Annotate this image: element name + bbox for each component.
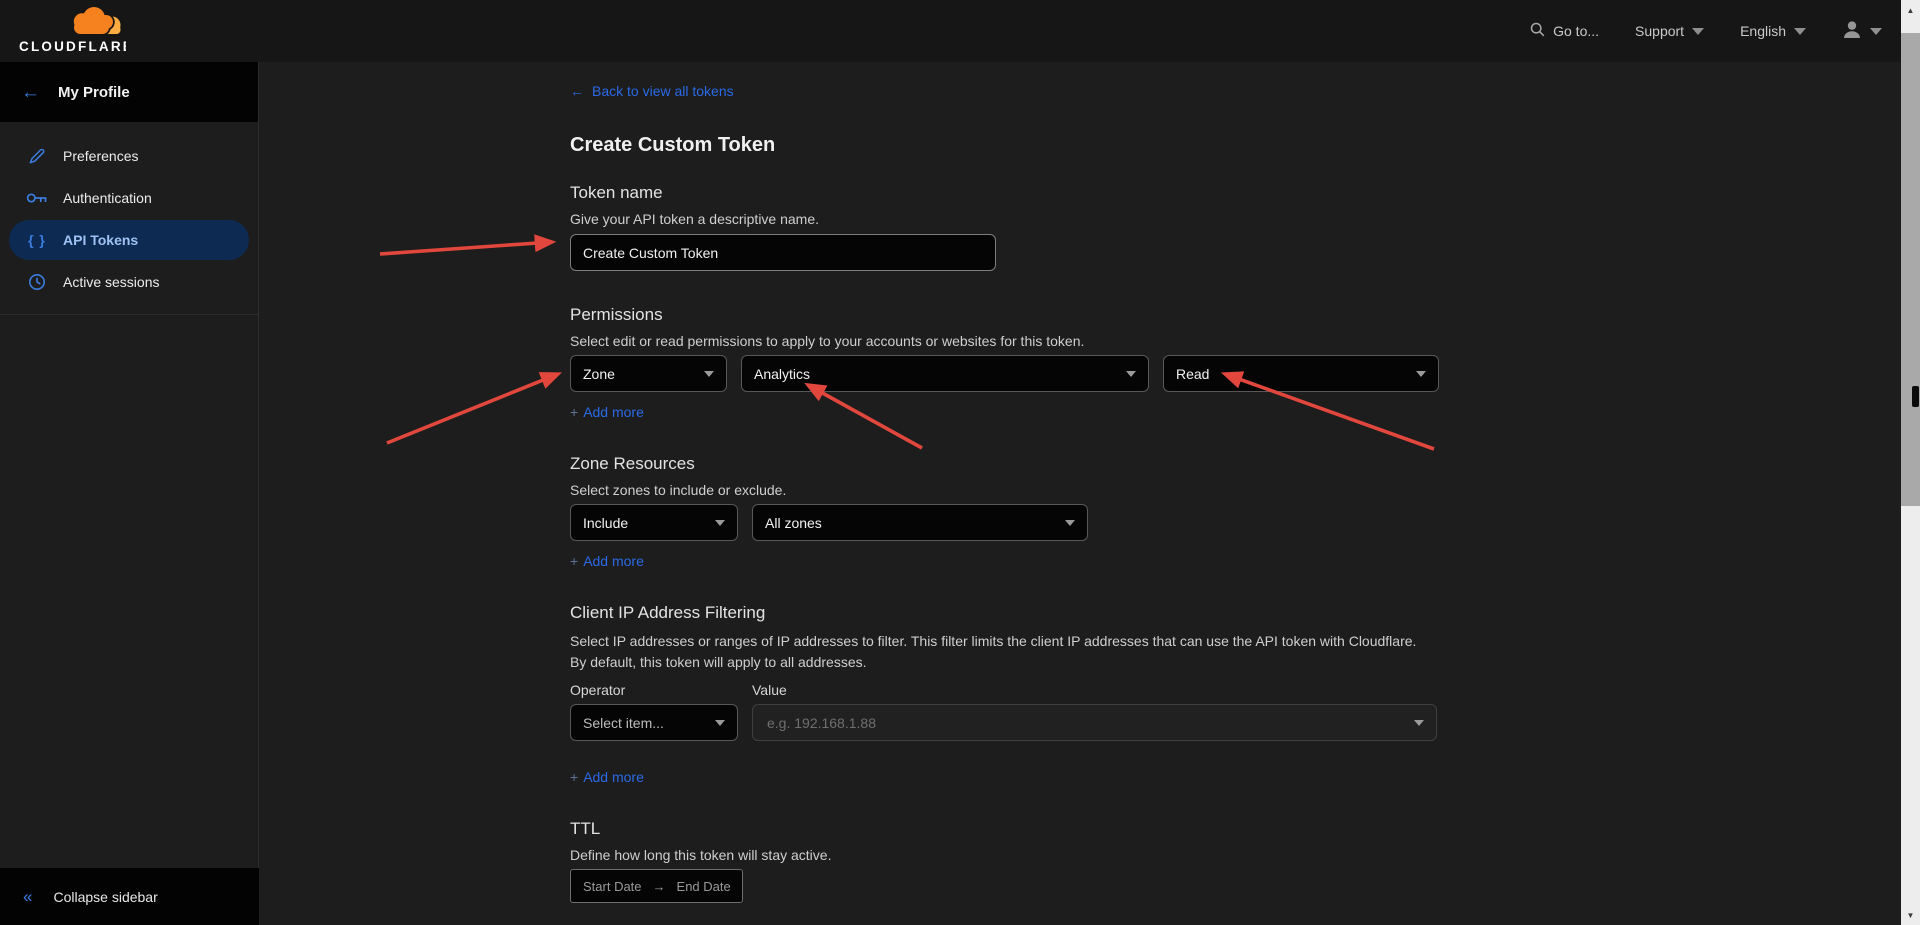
permissions-heading: Permissions [570,305,1470,325]
plus-icon: + [570,769,578,785]
sidebar-item-api-tokens[interactable]: { } API Tokens [9,220,249,260]
plus-icon: + [570,553,578,569]
permissions-add-more-link[interactable]: +Add more [570,404,644,420]
scroll-down-icon[interactable]: ▼ [1901,907,1920,923]
sidebar-item-label: Authentication [63,190,152,206]
ip-filtering-add-more-link[interactable]: +Add more [570,769,644,785]
zone-resources-heading: Zone Resources [570,454,1470,474]
permission-access-value: Read [1176,366,1209,382]
sidebar: ← My Profile Preferences Authentication … [0,62,259,925]
value-label: Value [752,682,787,698]
token-name-description: Give your API token a descriptive name. [570,211,1470,227]
chevron-down-icon [1794,28,1806,35]
ip-value-input[interactable] [765,714,1414,732]
back-arrow-icon: ← [570,83,584,99]
chevron-down-icon [1414,720,1424,726]
sidebar-nav: Preferences Authentication { } API Token… [0,122,258,315]
permissions-row: Zone Analytics Read [570,355,1470,392]
pencil-icon [26,147,48,165]
sidebar-item-preferences[interactable]: Preferences [9,136,249,176]
chevron-down-icon [715,720,725,726]
zone-target-select[interactable]: All zones [752,504,1088,541]
collapse-sidebar-label: Collapse sidebar [53,889,157,905]
permission-group-value: Analytics [754,366,810,382]
search-icon [1530,22,1545,40]
permission-group-select[interactable]: Analytics [741,355,1149,392]
ip-filtering-description: Select IP addresses or ranges of IP addr… [570,631,1436,673]
collapse-icon: « [23,887,32,907]
scrollbar[interactable]: ▲ ▼ [1901,0,1920,925]
operator-label: Operator [570,682,752,698]
language-label: English [1740,23,1786,39]
ttl-start-date: Start Date [583,879,642,894]
cloudflare-dashboard: CLOUDFLARE Go to... Support English [0,0,1920,925]
ip-filtering-labels: Operator Value [570,682,1470,698]
back-arrow-icon: ← [21,83,40,102]
ip-filtering-heading: Client IP Address Filtering [570,603,1470,623]
permission-scope-value: Zone [583,366,615,382]
token-name-heading: Token name [570,183,1470,203]
scrollbar-thumb[interactable] [1901,33,1920,506]
user-icon [1842,21,1862,41]
zone-resources-description: Select zones to include or exclude. [570,482,1470,498]
page-title: Create Custom Token [570,134,1470,157]
permission-scope-select[interactable]: Zone [570,355,727,392]
sidebar-item-label: Preferences [63,148,138,164]
goto-label: Go to... [1553,23,1599,39]
zone-include-value: Include [583,515,628,531]
chevron-down-icon [704,371,714,377]
support-label: Support [1635,23,1684,39]
sidebar-back-to-account[interactable]: ← My Profile [0,62,258,122]
back-to-tokens-link[interactable]: ← Back to view all tokens [570,83,734,99]
sidebar-item-authentication[interactable]: Authentication [9,178,249,218]
sidebar-title: My Profile [58,84,130,101]
sidebar-divider [0,314,258,315]
back-link-label: Back to view all tokens [592,83,734,99]
sidebar-item-active-sessions[interactable]: Active sessions [9,262,249,302]
ttl-description: Define how long this token will stay act… [570,847,1470,863]
goto-search[interactable]: Go to... [1530,22,1599,40]
clock-icon [26,273,48,291]
zone-include-select[interactable]: Include [570,504,738,541]
ip-filtering-row: Select item... [570,704,1470,741]
ttl-heading: TTL [570,819,1470,839]
token-name-input[interactable] [570,234,996,271]
chevron-down-icon [1692,28,1704,35]
collapse-sidebar-button[interactable]: « Collapse sidebar [0,868,259,925]
permission-access-select[interactable]: Read [1163,355,1439,392]
main-content: ← Back to view all tokens Create Custom … [260,62,1901,925]
mouse-cursor [1912,386,1919,407]
chevron-down-icon [1416,371,1426,377]
language-menu[interactable]: English [1740,23,1806,39]
cloudflare-logo[interactable]: CLOUDFLARE [18,6,126,61]
key-icon [26,190,48,206]
chevron-down-icon [1870,28,1882,35]
ip-operator-placeholder: Select item... [583,715,664,731]
permissions-description: Select edit or read permissions to apply… [570,333,1470,349]
ttl-end-date: End Date [677,879,731,894]
ip-value-select[interactable] [752,704,1437,741]
topbar-right-cluster: Go to... Support English [1530,0,1882,62]
braces-icon: { } [26,232,48,248]
sidebar-item-label: Active sessions [63,274,159,290]
ip-operator-select[interactable]: Select item... [570,704,738,741]
plus-icon: + [570,404,578,420]
zone-target-value: All zones [765,515,822,531]
zone-resources-add-more-link[interactable]: +Add more [570,553,644,569]
ttl-date-range-picker[interactable]: Start Date → End Date [570,869,743,903]
zone-resources-row: Include All zones [570,504,1470,541]
support-menu[interactable]: Support [1635,23,1704,39]
svg-text:CLOUDFLARE: CLOUDFLARE [19,39,126,54]
chevron-down-icon [1126,371,1136,377]
sidebar-item-label: API Tokens [63,232,138,248]
cloudflare-logo-icon: CLOUDFLARE [18,6,126,56]
account-menu[interactable] [1842,21,1882,41]
chevron-down-icon [1065,520,1075,526]
top-bar: CLOUDFLARE Go to... Support English [0,0,1920,62]
scroll-up-icon[interactable]: ▲ [1901,2,1920,18]
chevron-down-icon [715,520,725,526]
date-range-arrow-icon: → [653,879,666,894]
